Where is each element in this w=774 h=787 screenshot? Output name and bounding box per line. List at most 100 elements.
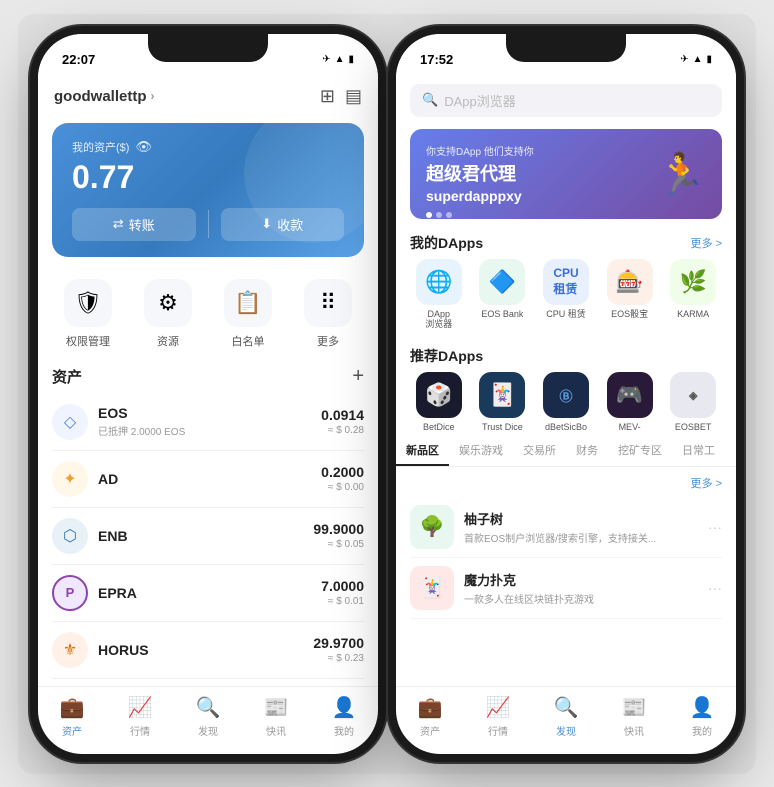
new-app-yuzhu[interactable]: 🌳 柚子树 首款EOS制户浏览器/搜索引擎，支持接关... ··· <box>410 497 722 558</box>
quick-action-resources[interactable]: ⚙ 资源 <box>144 279 192 349</box>
right-nav-mine[interactable]: 👤 我的 <box>668 695 736 738</box>
nav-market[interactable]: 📈 行情 <box>106 695 174 738</box>
add-asset-button[interactable]: + <box>352 365 364 388</box>
receive-button[interactable]: ⬇ 收款 <box>221 208 345 241</box>
right-nav-market-icon: 📈 <box>486 695 511 720</box>
right-nav-discover-label: 发现 <box>556 723 576 738</box>
magic-desc: 一款多人在线区块链扑克游戏 <box>464 591 698 606</box>
new-apps-more[interactable]: 更多 > <box>691 475 722 491</box>
more-label: 更多 <box>317 333 339 349</box>
slot-icon: 🎰 <box>607 259 653 305</box>
nav-market-label: 行情 <box>130 723 150 738</box>
ad-usd: ≈ $ 0.00 <box>321 482 364 493</box>
asset-row-eos[interactable]: ◇ EOS 已抵押 2.0000 EOS 0.0914 ≈ $ 0.28 <box>52 394 364 451</box>
right-battery-icon: ▮ <box>706 54 712 65</box>
quick-action-rights[interactable]: 🛡 权限管理 <box>64 279 112 349</box>
qr-scan-icon[interactable]: ⊞ <box>320 86 335 107</box>
menu-icon[interactable]: ▤ <box>345 86 362 107</box>
enb-icon: ⬡ <box>52 518 88 554</box>
ad-name: AD <box>98 471 321 487</box>
dapp-cpu[interactable]: CPU租赁 CPU 租赁 <box>537 259 595 331</box>
tab-game[interactable]: 娱乐游戏 <box>449 436 513 466</box>
dapp-eosbank[interactable]: 🔷 EOS Bank <box>474 259 532 331</box>
ad-info: AD <box>98 471 321 487</box>
right-nav-market[interactable]: 📈 行情 <box>464 695 532 738</box>
tab-exchange[interactable]: 交易所 <box>513 436 566 466</box>
promo-banner[interactable]: 你支持DApp 他们支持你 超级君代理 superdapppxy 🏃 <box>410 129 722 219</box>
my-dapps-more[interactable]: 更多 > <box>691 235 722 251</box>
right-nav-assets[interactable]: 💼 资产 <box>396 695 464 738</box>
eye-icon[interactable]: 👁 <box>135 139 152 155</box>
ad-values: 0.2000 ≈ $ 0.00 <box>321 464 364 493</box>
asset-row-ad[interactable]: ✦ AD 0.2000 ≈ $ 0.00 <box>52 451 364 508</box>
tab-new[interactable]: 新品区 <box>396 436 449 466</box>
banner-dots <box>426 212 706 218</box>
notch <box>148 34 268 62</box>
horus-info: HORUS <box>98 642 313 658</box>
new-app-magic[interactable]: 🃏 魔力扑克 一款多人在线区块链扑克游戏 ··· <box>410 558 722 619</box>
yuzhu-more-icon: ··· <box>708 519 722 535</box>
nav-market-icon: 📈 <box>128 695 153 720</box>
right-nav-discover-icon: 🔍 <box>554 695 579 720</box>
yuzhu-desc: 首款EOS制户浏览器/搜索引擎，支持接关... <box>464 530 698 545</box>
screenshot-container: 22:07 ✈ ▲ ▮ goodwallettp › ⊞ ▤ <box>18 14 756 774</box>
transfer-button[interactable]: ⇄ 转账 <box>72 208 196 241</box>
wallet-name-container[interactable]: goodwallettp › <box>54 88 155 105</box>
nav-news[interactable]: 📰 快讯 <box>242 695 310 738</box>
quick-action-more[interactable]: ⠿ 更多 <box>304 279 352 349</box>
nav-mine[interactable]: 👤 我的 <box>310 695 378 738</box>
banner-figure: 🏃 <box>656 150 706 197</box>
more-icon: ⠿ <box>304 279 352 327</box>
tab-mining[interactable]: 挖矿专区 <box>608 436 672 466</box>
nav-mine-icon: 👤 <box>332 695 357 720</box>
dbetsicbo-icon: Ⓑ <box>543 372 589 418</box>
recommended-title: 推荐DApps <box>410 346 483 366</box>
dapp-browser[interactable]: 🌐 DApp浏览器 <box>410 259 468 331</box>
dapp-eosbet[interactable]: ◈ EOSBET <box>664 372 722 431</box>
nav-discover-icon: 🔍 <box>196 695 221 720</box>
right-nav-news[interactable]: 📰 快讯 <box>600 695 668 738</box>
right-phone: 17:52 ✈ ▲ ▮ 🔍 DApp浏览器 你支持DApp 他们支持你 超级君代… <box>396 34 736 754</box>
dapp-karma[interactable]: 🌿 KARMA <box>664 259 722 331</box>
tab-daily[interactable]: 日常工 <box>672 436 725 466</box>
right-nav-discover[interactable]: 🔍 发现 <box>532 695 600 738</box>
right-nav-mine-icon: 👤 <box>690 695 715 720</box>
tab-finance[interactable]: 财务 <box>566 436 608 466</box>
right-notch <box>506 34 626 62</box>
nav-news-label: 快讯 <box>266 723 286 738</box>
nav-news-icon: 📰 <box>264 695 289 720</box>
left-phone: 22:07 ✈ ▲ ▮ goodwallettp › ⊞ ▤ <box>38 34 378 754</box>
asset-row-enb[interactable]: ⬡ ENB 99.9000 ≈ $ 0.05 <box>52 508 364 565</box>
my-dapps-grid: 🌐 DApp浏览器 🔷 EOS Bank CPU租赁 CPU 租赁 🎰 EOS骰… <box>410 259 722 331</box>
recommended-row1: 🎲 BetDice 🃏 Trust Dice Ⓑ dBetSicBo 🎮 MEV… <box>410 372 722 431</box>
right-nav-mine-label: 我的 <box>692 723 712 738</box>
dapp-mev[interactable]: 🎮 MEV-JacksOr... <box>601 372 659 431</box>
eosbet-icon: ◈ <box>670 372 716 418</box>
search-bar[interactable]: 🔍 DApp浏览器 <box>410 84 722 117</box>
trustdice-icon: 🃏 <box>479 372 525 418</box>
asset-row-epra[interactable]: P EPRA 7.0000 ≈ $ 0.01 <box>52 565 364 622</box>
nav-assets[interactable]: 💼 资产 <box>38 695 106 738</box>
magic-more-icon: ··· <box>708 580 722 596</box>
dapp-dbetsicbo[interactable]: Ⓑ dBetSicBo <box>537 372 595 431</box>
whitelist-label: 白名单 <box>232 333 265 349</box>
search-placeholder: DApp浏览器 <box>444 91 516 110</box>
quick-action-whitelist[interactable]: 📋 白名单 <box>224 279 272 349</box>
nav-assets-label: 资产 <box>62 723 82 738</box>
ad-icon: ✦ <box>52 461 88 497</box>
dapp-trustdice[interactable]: 🃏 Trust Dice <box>474 372 532 431</box>
nav-discover[interactable]: 🔍 发现 <box>174 695 242 738</box>
asset-row-horus[interactable]: ⚜ HORUS 29.9700 ≈ $ 0.23 <box>52 622 364 679</box>
dapp-betdice[interactable]: 🎲 BetDice <box>410 372 468 431</box>
betdice-icon: 🎲 <box>416 372 462 418</box>
transfer-icon: ⇄ <box>113 216 124 232</box>
left-phone-content: goodwallettp › ⊞ ▤ 我的资产($) 👁 0.77 ⇄ <box>38 78 378 754</box>
trustdice-label: Trust Dice <box>482 422 523 431</box>
enb-amount: 99.9000 <box>313 521 364 537</box>
enb-name: ENB <box>98 528 313 544</box>
horus-amount: 29.9700 <box>313 635 364 651</box>
whitelist-icon: 📋 <box>224 279 272 327</box>
dapp-slot[interactable]: 🎰 EOS骰宝 <box>601 259 659 331</box>
epra-amount: 7.0000 <box>321 578 364 594</box>
asset-row-hvt[interactable]: W HVT 0.6014 <box>52 679 364 686</box>
